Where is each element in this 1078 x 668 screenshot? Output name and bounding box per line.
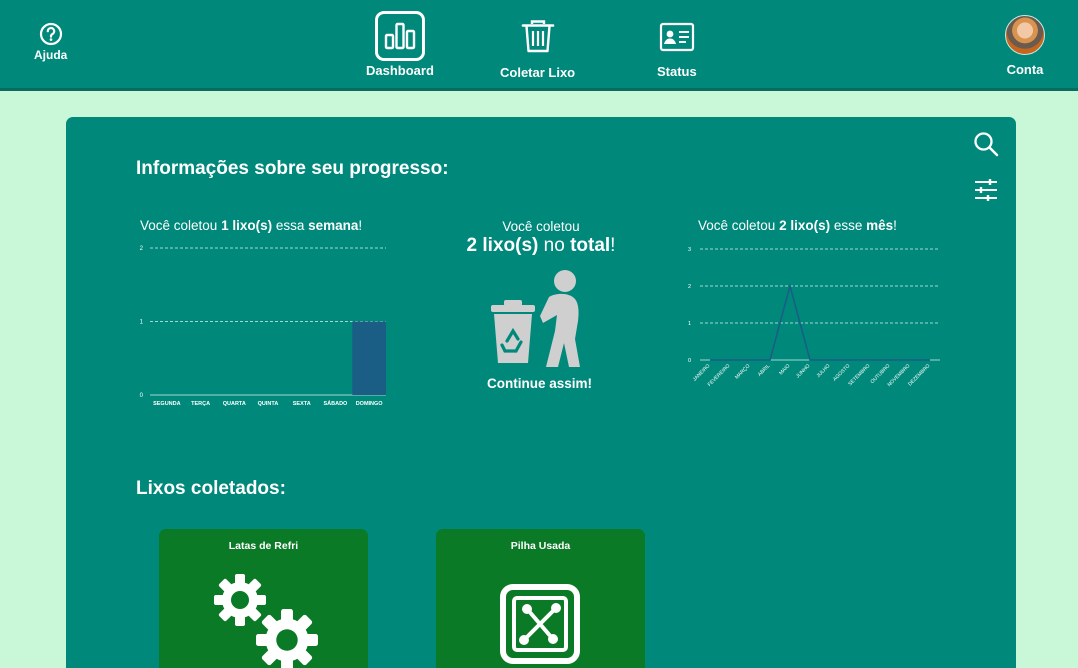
month-prefix: Você coletou — [698, 218, 780, 233]
x-tick-label: SETEMBRO — [847, 363, 871, 387]
week-count: 1 lixo(s) — [221, 218, 273, 233]
week-suffix: ! — [358, 218, 363, 233]
nav-account-label: Conta — [1006, 62, 1044, 77]
gear-icon — [256, 609, 318, 668]
weekly-bar-chart: 0 1 2 SEGUNDA TERÇA QUARTA QUINTA SEXTA SÁBADO DO… — [140, 246, 386, 407]
help-circle-icon — [39, 22, 62, 46]
x-tick-label: QUINTA — [258, 401, 279, 407]
week-period: semana — [308, 218, 359, 233]
nav-status[interactable]: Status — [657, 22, 697, 79]
nav-collect-trash[interactable]: Coletar Lixo — [500, 18, 575, 80]
week-prefix: Você coletou — [140, 218, 222, 233]
x-tick-label: SEGUNDA — [153, 401, 181, 407]
help-label: Ajuda — [34, 48, 68, 62]
sliders-icon — [975, 179, 997, 201]
collected-heading: Lixos coletados: — [136, 478, 286, 499]
top-navbar: Ajuda Dashboard Coletar Lixo Status Cont… — [0, 0, 1078, 91]
y-tick-label: 3 — [688, 247, 691, 253]
collected-card-battery[interactable]: Pilha Usada — [436, 529, 645, 668]
y-tick-label: 1 — [140, 320, 144, 326]
x-tick-label: SÁBADO — [324, 400, 349, 407]
total-line1: Você coletou — [502, 219, 580, 234]
nav-account[interactable]: Conta — [1005, 15, 1045, 77]
x-tick-label: SEXTA — [293, 401, 311, 407]
dashboard-panel: Informações sobre seu progresso: Você co… — [66, 117, 1016, 668]
card-title: Latas de Refri — [228, 540, 299, 552]
search-button[interactable] — [973, 131, 999, 162]
total-summary: Você coletou 2 lixo(s) no total! — [436, 219, 646, 257]
month-count: 2 lixo(s) — [779, 218, 831, 233]
x-tick-label: JANEIRO — [692, 363, 712, 383]
x-tick-label: DEZEMBRO — [907, 363, 931, 387]
nav-dashboard-label: Dashboard — [366, 63, 434, 78]
bar — [352, 321, 386, 395]
x-tick-label: TERÇA — [191, 401, 210, 407]
y-tick-label: 1 — [688, 321, 691, 327]
monthly-line-chart: 0123JANEIROFEVEREIRO MARÇO ABRIL MAIO JUNHO J… — [688, 247, 940, 388]
y-tick-label: 0 — [140, 393, 144, 399]
circuit-chip-icon — [500, 584, 580, 664]
x-tick-label: ABRIL — [757, 363, 772, 378]
x-tick-label: JULHO — [816, 363, 832, 379]
x-tick-label: QUARTA — [223, 401, 246, 407]
collected-card-cans[interactable]: Latas de Refri — [159, 529, 368, 668]
month-middle: esse — [830, 218, 867, 233]
trash-can-icon — [521, 20, 554, 53]
week-summary: Você coletou 1 lixo(s) essa semana! — [140, 218, 362, 233]
encouragement-text: Continue assim! — [486, 376, 592, 391]
bar-chart-icon — [374, 11, 425, 61]
y-tick-label: 2 — [140, 246, 144, 252]
card-title: Pilha Usada — [510, 540, 571, 552]
x-tick-label: MAIO — [778, 363, 791, 376]
help-button[interactable]: Ajuda — [34, 22, 67, 62]
month-period: mês — [866, 218, 894, 233]
month-summary: Você coletou 2 lixo(s) esse mês! — [698, 218, 897, 233]
avatar — [1005, 15, 1045, 55]
x-tick-label: AGOSTO — [832, 363, 851, 382]
total-word: total — [570, 235, 611, 256]
x-tick-label: MARÇO — [734, 363, 751, 380]
x-tick-label: DOMINGO — [356, 401, 384, 407]
person-recycling-icon — [491, 270, 580, 367]
nav-collect-label: Coletar Lixo — [500, 65, 576, 80]
progress-heading: Informações sobre seu progresso: — [136, 158, 449, 179]
total-middle: no — [538, 235, 571, 256]
filter-button[interactable] — [974, 178, 998, 207]
total-count: 2 lixo(s) — [466, 235, 539, 256]
month-suffix: ! — [893, 218, 897, 233]
y-tick-label: 0 — [688, 358, 691, 364]
nav-status-label: Status — [657, 64, 697, 79]
y-tick-label: 2 — [688, 284, 691, 290]
x-tick-label: JUNHO — [795, 363, 811, 379]
id-card-icon — [659, 22, 694, 52]
total-suffix: ! — [610, 235, 616, 256]
nav-dashboard[interactable]: Dashboard — [366, 11, 434, 78]
week-middle: essa — [272, 218, 309, 233]
search-icon — [974, 132, 999, 157]
